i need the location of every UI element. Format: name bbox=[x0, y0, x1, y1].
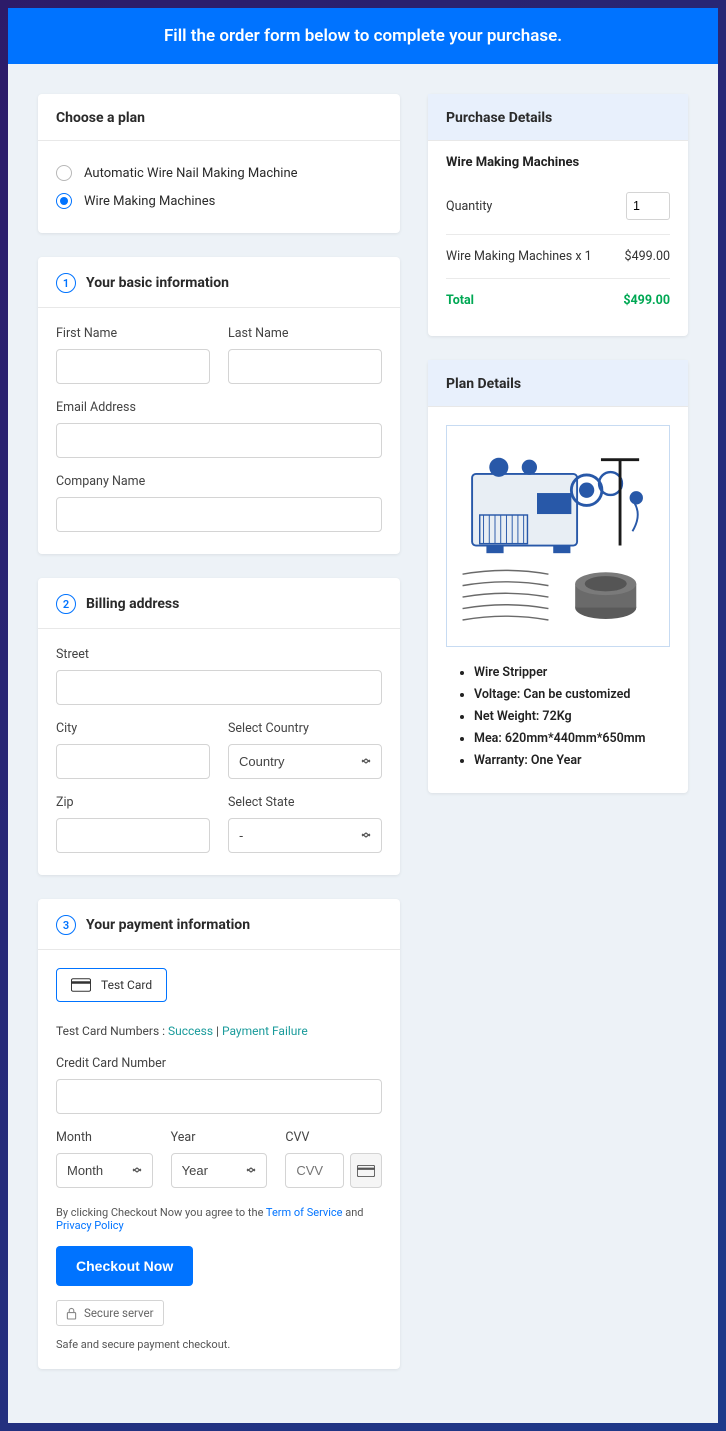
credit-card-icon bbox=[71, 978, 91, 992]
year-select[interactable]: Year bbox=[171, 1153, 268, 1188]
machine-illustration-icon bbox=[453, 436, 663, 636]
test-card-label: Test Card bbox=[101, 978, 152, 992]
quantity-input[interactable] bbox=[626, 192, 670, 220]
page-banner: Fill the order form below to complete yo… bbox=[8, 8, 718, 64]
state-label: Select State bbox=[228, 795, 382, 810]
failure-link[interactable]: Payment Failure bbox=[222, 1024, 308, 1038]
privacy-link[interactable]: Privacy Policy bbox=[56, 1219, 124, 1232]
basic-info-title: Your basic information bbox=[86, 275, 229, 291]
city-label: City bbox=[56, 721, 210, 736]
company-input[interactable] bbox=[56, 497, 382, 532]
first-name-label: First Name bbox=[56, 326, 210, 341]
plan-details-card: Plan Details bbox=[428, 360, 688, 793]
plan-option-0[interactable]: Automatic Wire Nail Making Machine bbox=[56, 159, 382, 187]
first-name-input[interactable] bbox=[56, 349, 210, 384]
cc-label: Credit Card Number bbox=[56, 1056, 382, 1071]
last-name-label: Last Name bbox=[228, 326, 382, 341]
total-value: $499.00 bbox=[623, 293, 670, 308]
step-number-icon: 3 bbox=[56, 915, 76, 935]
step-number-icon: 1 bbox=[56, 273, 76, 293]
year-label: Year bbox=[171, 1130, 268, 1145]
street-input[interactable] bbox=[56, 670, 382, 705]
basic-info-card: 1 Your basic information First Name Last… bbox=[38, 257, 400, 554]
product-image bbox=[446, 425, 670, 647]
quantity-label: Quantity bbox=[446, 199, 492, 214]
billing-card: 2 Billing address Street City bbox=[38, 578, 400, 875]
cvv-card-icon bbox=[350, 1153, 382, 1188]
test-card-help: Test Card Numbers : Success | Payment Fa… bbox=[56, 1024, 382, 1038]
line-item-label: Wire Making Machines x 1 bbox=[446, 249, 592, 264]
banner-text: Fill the order form below to complete yo… bbox=[164, 26, 562, 46]
billing-title: Billing address bbox=[86, 596, 179, 612]
month-select[interactable]: Month bbox=[56, 1153, 153, 1188]
secure-server-label: Secure server bbox=[84, 1306, 154, 1320]
step-number-icon: 2 bbox=[56, 594, 76, 614]
cc-input[interactable] bbox=[56, 1079, 382, 1114]
zip-label: Zip bbox=[56, 795, 210, 810]
payment-title: Your payment information bbox=[86, 917, 250, 933]
list-item: Warranty: One Year bbox=[474, 753, 670, 768]
total-label: Total bbox=[446, 293, 474, 308]
terms-text: By clicking Checkout Now you agree to th… bbox=[56, 1206, 382, 1232]
cvv-input[interactable] bbox=[285, 1153, 344, 1188]
checkout-button[interactable]: Checkout Now bbox=[56, 1246, 193, 1286]
city-input[interactable] bbox=[56, 744, 210, 779]
purchase-title: Purchase Details bbox=[446, 110, 670, 126]
purchase-product-name: Wire Making Machines bbox=[446, 155, 670, 178]
email-input[interactable] bbox=[56, 423, 382, 458]
list-item: Voltage: Can be customized bbox=[474, 687, 670, 702]
street-label: Street bbox=[56, 647, 382, 662]
cvv-label: CVV bbox=[285, 1130, 382, 1145]
secure-note: Safe and secure payment checkout. bbox=[56, 1338, 382, 1351]
company-label: Company Name bbox=[56, 474, 382, 489]
secure-server-badge: Secure server bbox=[56, 1300, 164, 1326]
plan-details-title: Plan Details bbox=[446, 376, 670, 392]
email-label: Email Address bbox=[56, 400, 382, 415]
plan-option-1[interactable]: Wire Making Machines bbox=[56, 187, 382, 215]
payment-card: 3 Your payment information Test Card Tes… bbox=[38, 899, 400, 1369]
country-label: Select Country bbox=[228, 721, 382, 736]
state-select[interactable]: - bbox=[228, 818, 382, 853]
country-select[interactable]: Country bbox=[228, 744, 382, 779]
plan-option-label: Automatic Wire Nail Making Machine bbox=[84, 166, 298, 181]
radio-icon bbox=[56, 193, 72, 209]
purchase-details-card: Purchase Details Wire Making Machines Qu… bbox=[428, 94, 688, 336]
list-item: Net Weight: 72Kg bbox=[474, 709, 670, 724]
list-item: Mea: 620mm*440mm*650mm bbox=[474, 731, 670, 746]
lock-icon bbox=[66, 1307, 77, 1320]
month-label: Month bbox=[56, 1130, 153, 1145]
line-item-price: $499.00 bbox=[625, 249, 670, 264]
test-card-badge[interactable]: Test Card bbox=[56, 968, 167, 1002]
list-item: Wire Stripper bbox=[474, 665, 670, 680]
radio-icon bbox=[56, 165, 72, 181]
success-link[interactable]: Success bbox=[168, 1024, 213, 1038]
plan-title: Choose a plan bbox=[56, 110, 382, 126]
plan-feature-list: Wire Stripper Voltage: Can be customized… bbox=[446, 665, 670, 768]
zip-input[interactable] bbox=[56, 818, 210, 853]
terms-link[interactable]: Term of Service bbox=[266, 1206, 343, 1219]
plan-option-label: Wire Making Machines bbox=[84, 194, 215, 209]
plan-card: Choose a plan Automatic Wire Nail Making… bbox=[38, 94, 400, 233]
last-name-input[interactable] bbox=[228, 349, 382, 384]
